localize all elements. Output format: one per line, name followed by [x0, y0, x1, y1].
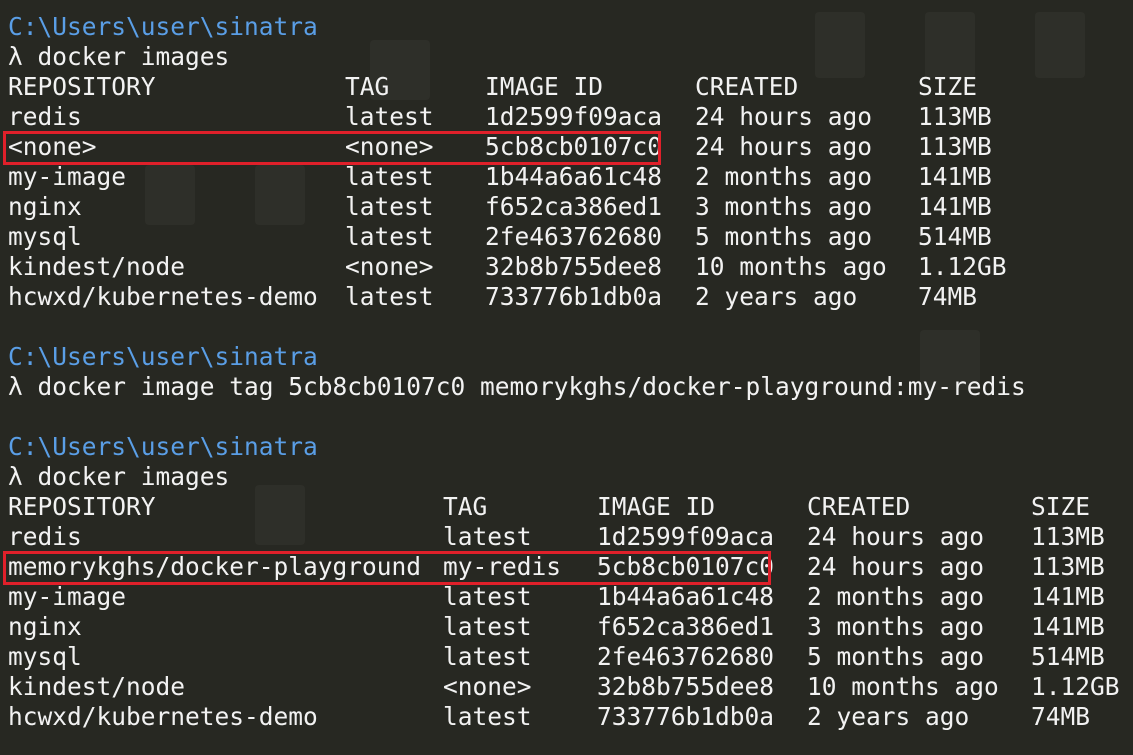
prompt-path: C:\Users\user\sinatra [8, 432, 318, 461]
table-cell: 3 months ago [807, 612, 985, 641]
column-header: CREATED [695, 72, 799, 101]
table-cell: 1b44a6a61c48 [597, 582, 775, 611]
table-cell: 733776b1db0a [485, 282, 663, 311]
table-cell: latest [443, 642, 532, 671]
command-line: λ docker images [8, 42, 230, 71]
table-cell: nginx [8, 612, 82, 641]
table-cell: 113MB [918, 132, 992, 161]
desktop-ghost-icon [815, 12, 865, 78]
table-cell: my-image [8, 582, 127, 611]
table-cell: 1d2599f09aca [485, 102, 663, 131]
column-header: IMAGE ID [597, 492, 716, 521]
table-cell: 1d2599f09aca [597, 522, 775, 551]
table-cell: 24 hours ago [807, 552, 985, 581]
command-line: λ docker image tag 5cb8cb0107c0 memorykg… [8, 372, 1026, 401]
table-cell: f652ca386ed1 [485, 192, 663, 221]
table-cell: 5cb8cb0107c0 [485, 132, 663, 161]
table-cell: 5 months ago [695, 222, 873, 251]
table-cell: 733776b1db0a [597, 702, 775, 731]
table-cell: 5 months ago [807, 642, 985, 671]
command-line: λ docker images [8, 462, 230, 491]
table-cell: latest [345, 192, 434, 221]
table-cell: latest [345, 162, 434, 191]
prompt-path: C:\Users\user\sinatra [8, 12, 318, 41]
table-cell: 24 hours ago [807, 522, 985, 551]
table-cell: 2 months ago [807, 582, 985, 611]
table-cell: 5cb8cb0107c0 [597, 552, 775, 581]
table-cell: 10 months ago [695, 252, 887, 281]
column-header: CREATED [807, 492, 911, 521]
column-header: TAG [443, 492, 488, 521]
table-cell: 74MB [1031, 702, 1091, 731]
table-cell: mysql [8, 642, 82, 671]
table-cell: latest [443, 612, 532, 641]
table-cell: latest [443, 522, 532, 551]
desktop-ghost-icon [1035, 12, 1085, 78]
table-cell: latest [345, 102, 434, 131]
terminal-window[interactable]: C:\Users\user\sinatra λ docker images RE… [0, 0, 1133, 755]
table-cell: 1.12GB [1031, 672, 1120, 701]
column-header: SIZE [918, 72, 978, 101]
column-header: IMAGE ID [485, 72, 604, 101]
table-cell: 141MB [918, 192, 992, 221]
table-cell: redis [8, 522, 82, 551]
table-cell: <none> [345, 132, 434, 161]
table-cell: kindest/node [8, 672, 186, 701]
table-cell: my-image [8, 162, 127, 191]
table-cell: 514MB [918, 222, 992, 251]
table-cell: 24 hours ago [695, 132, 873, 161]
table-cell: 113MB [918, 102, 992, 131]
desktop-ghost-icon [925, 12, 975, 78]
table-cell: 113MB [1031, 552, 1105, 581]
column-header: SIZE [1031, 492, 1091, 521]
desktop-ghost-icon [255, 165, 305, 225]
table-cell: 514MB [1031, 642, 1105, 671]
table-cell: 24 hours ago [695, 102, 873, 131]
table-cell: f652ca386ed1 [597, 612, 775, 641]
desktop-ghost-icon [145, 165, 195, 225]
table-cell: hcwxd/kubernetes-demo [8, 702, 318, 731]
table-cell: 1b44a6a61c48 [485, 162, 663, 191]
table-cell: 3 months ago [695, 192, 873, 221]
table-cell: 1.12GB [918, 252, 1007, 281]
table-cell: 141MB [1031, 582, 1105, 611]
prompt-path: C:\Users\user\sinatra [8, 342, 318, 371]
table-cell: 141MB [1031, 612, 1105, 641]
table-cell: <none> [345, 252, 434, 281]
table-cell: hcwxd/kubernetes-demo [8, 282, 318, 311]
table-cell: 2fe463762680 [597, 642, 775, 671]
table-cell: <none> [8, 132, 97, 161]
table-cell: 141MB [918, 162, 992, 191]
table-cell: latest [345, 222, 434, 251]
table-cell: mysql [8, 222, 82, 251]
table-cell: 113MB [1031, 522, 1105, 551]
table-cell: 74MB [918, 282, 978, 311]
table-cell: my-redis [443, 552, 562, 581]
column-header: REPOSITORY [8, 72, 156, 101]
table-cell: 32b8b755dee8 [485, 252, 663, 281]
table-cell: 2 months ago [695, 162, 873, 191]
table-cell: 32b8b755dee8 [597, 672, 775, 701]
desktop-ghost-icon [255, 485, 305, 545]
column-header: TAG [345, 72, 390, 101]
table-cell: <none> [443, 672, 532, 701]
table-cell: latest [443, 702, 532, 731]
table-cell: 2 years ago [695, 282, 858, 311]
column-header: REPOSITORY [8, 492, 156, 521]
table-cell: redis [8, 102, 82, 131]
table-cell: kindest/node [8, 252, 186, 281]
table-cell: 10 months ago [807, 672, 999, 701]
table-cell: 2 years ago [807, 702, 970, 731]
table-cell: latest [443, 582, 532, 611]
table-cell: memorykghs/docker-playground [8, 552, 422, 581]
table-cell: nginx [8, 192, 82, 221]
table-cell: latest [345, 282, 434, 311]
table-cell: 2fe463762680 [485, 222, 663, 251]
